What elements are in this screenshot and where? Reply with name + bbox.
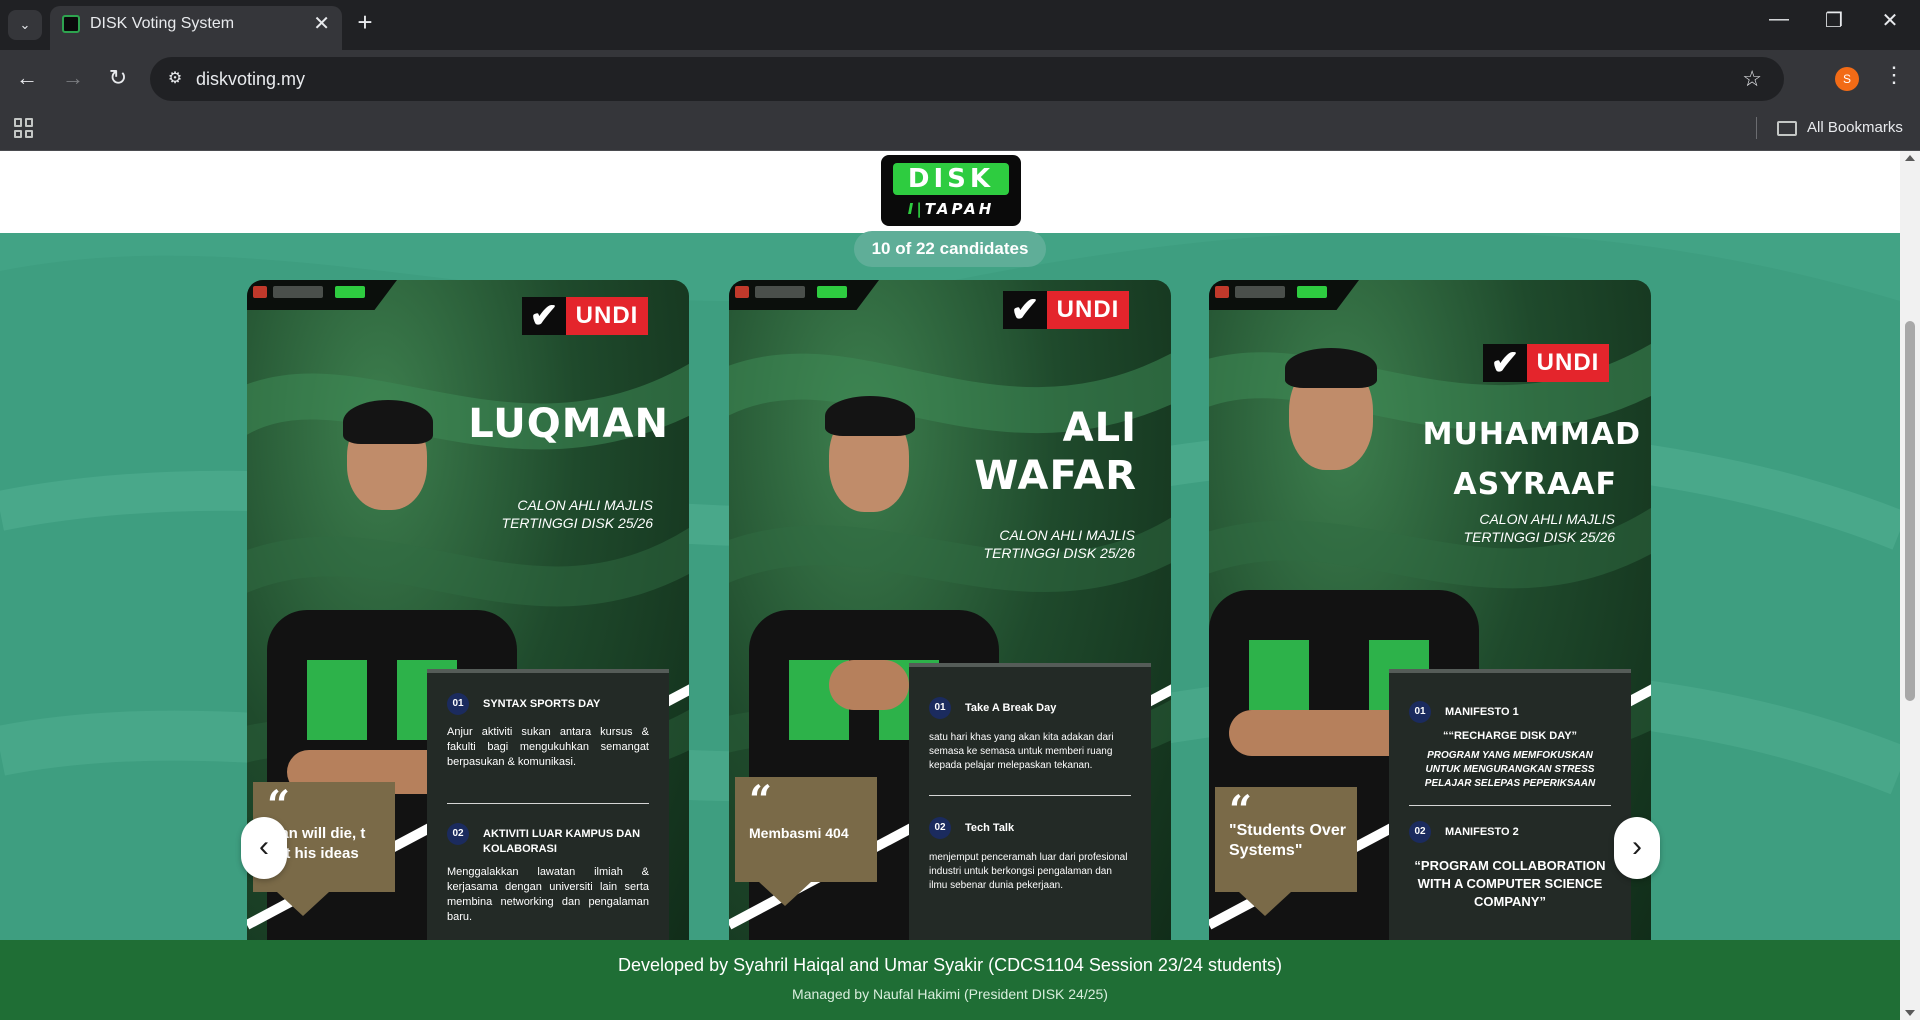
manifesto-item: 01 SYNTAX SPORTS DAY Anjur aktiviti suka…: [447, 693, 649, 803]
folder-icon[interactable]: [1777, 121, 1797, 136]
candidate-name: MUHAMMAD ASYRAAF: [1422, 417, 1641, 502]
logo-wordmark: DISK: [893, 163, 1009, 195]
forward-button[interactable]: →: [57, 62, 89, 94]
tab-search-button[interactable]: ⌄: [8, 10, 42, 40]
logo-subtitle: I|TAPAH: [907, 200, 995, 218]
quote-tail: [277, 892, 329, 916]
browser-menu-icon[interactable]: ⋮: [1883, 62, 1905, 88]
check-icon: ✔: [1483, 344, 1527, 382]
candidate-role: CALON AHLI MAJLIS TERTINGGI DISK 25/26: [1463, 511, 1615, 545]
card-top-strip: [1209, 280, 1359, 310]
candidate-name: ALI WAFAR: [974, 405, 1137, 499]
candidate-card[interactable]: ✔ UNDI MUHAMMAD ASYRAAF CALON AHLI MAJLIS…: [1209, 280, 1651, 1020]
favicon-icon: [62, 15, 80, 33]
restore-button[interactable]: ❐: [1814, 8, 1854, 33]
manifesto-item: 01 MANIFESTO 1 ““RECHARGE DISK DAY” PROG…: [1409, 701, 1611, 801]
candidate-role: CALON AHLI MAJLIS TERTINGGI DISK 25/26: [983, 527, 1135, 561]
undi-badge: ✔ UNDI: [1483, 344, 1609, 382]
apps-grid-icon[interactable]: [14, 118, 34, 138]
card-top-strip: [729, 280, 879, 310]
undi-label: UNDI: [1527, 344, 1609, 382]
manifesto-item: 02 MANIFESTO 2 “PROGRAM COLLABORATION WI…: [1409, 821, 1611, 941]
quote-box: “ "Students Over Systems": [1215, 787, 1357, 892]
candidate-count-badge: 10 of 22 candidates: [854, 231, 1046, 267]
all-bookmarks-button[interactable]: All Bookmarks: [1807, 119, 1903, 136]
bookmarks-divider: [1756, 117, 1757, 139]
footer-developed-by: Developed by Syahril Haiqal and Umar Sya…: [618, 955, 1282, 975]
bookmark-star-icon[interactable]: ☆: [1742, 66, 1762, 92]
undi-badge: ✔ UNDI: [1003, 291, 1129, 329]
url-text[interactable]: diskvoting.my: [196, 69, 305, 90]
quote-tail: [759, 882, 811, 906]
manifesto-item: 01 Take A Break Day satu hari khas yang …: [929, 697, 1131, 797]
tab-title: DISK Voting System: [90, 15, 235, 32]
new-tab-button[interactable]: +: [352, 9, 378, 36]
browser-toolbar: ← → ↻ ⚙ diskvoting.my ☆ S ⋮: [0, 50, 1920, 108]
profile-avatar[interactable]: S: [1835, 67, 1859, 91]
browser-tab-active[interactable]: DISK Voting System ✕: [50, 6, 342, 50]
carousel-next-button[interactable]: ›: [1614, 817, 1660, 879]
quote-tail: [1239, 892, 1291, 916]
minimize-button[interactable]: —: [1759, 8, 1799, 31]
back-button[interactable]: ←: [11, 62, 43, 94]
address-bar[interactable]: ⚙ diskvoting.my ☆: [150, 57, 1784, 101]
scroll-up-arrow-icon[interactable]: [1905, 155, 1915, 161]
site-info-icon[interactable]: ⚙: [162, 66, 188, 92]
site-header: DISK I|TAPAH: [0, 151, 1900, 233]
quote-text: "Students Over Systems": [1229, 822, 1346, 859]
footer-managed-by: Managed by Naufal Hakimi (President DISK…: [792, 986, 1108, 1002]
manifesto-item: 02 AKTIVITI LUAR KAMPUS DAN KOLABORASI M…: [447, 823, 649, 943]
card-top-strip: [247, 280, 397, 310]
bookmarks-bar: All Bookmarks: [0, 108, 1920, 151]
close-window-button[interactable]: ✕: [1870, 8, 1910, 33]
page-scrollbar[interactable]: [1900, 151, 1920, 1020]
site-footer: Developed by Syahril Haiqal and Umar Sya…: [0, 940, 1900, 1020]
manifesto-item: 02 Tech Talk menjemput penceramah luar d…: [929, 817, 1131, 937]
reload-button[interactable]: ↻: [102, 62, 134, 94]
check-icon: ✔: [1003, 291, 1047, 329]
scroll-thumb[interactable]: [1905, 321, 1915, 701]
browser-tab-bar: ⌄ DISK Voting System ✕ + — ❐ ✕: [0, 0, 1920, 50]
carousel-prev-button[interactable]: ‹: [241, 817, 287, 879]
scroll-down-arrow-icon[interactable]: [1905, 1010, 1915, 1016]
disk-tapah-logo[interactable]: DISK I|TAPAH: [881, 155, 1021, 226]
candidate-role: CALON AHLI MAJLIS TERTINGGI DISK 25/26: [501, 497, 653, 531]
quote-text: Membasmi 404: [749, 825, 849, 841]
candidate-name: LUQMAN: [468, 401, 669, 447]
voting-page: DISK I|TAPAH 10 of 22 candidates ✔ UNDI …: [0, 151, 1900, 1020]
undi-label: UNDI: [1047, 291, 1129, 329]
undi-label: UNDI: [566, 297, 648, 335]
tab-close-icon[interactable]: ✕: [313, 11, 330, 36]
candidate-card[interactable]: ✔ UNDI LUQMAN CALON AHLI MAJLIS TERTINGGI…: [247, 280, 689, 1020]
check-icon: ✔: [522, 297, 566, 335]
quote-box: “ Membasmi 404: [735, 777, 877, 882]
undi-badge: ✔ UNDI: [522, 297, 648, 335]
candidate-card[interactable]: ✔ UNDI ALI WAFAR CALON AHLI MAJLIS TERTING…: [729, 280, 1171, 1020]
